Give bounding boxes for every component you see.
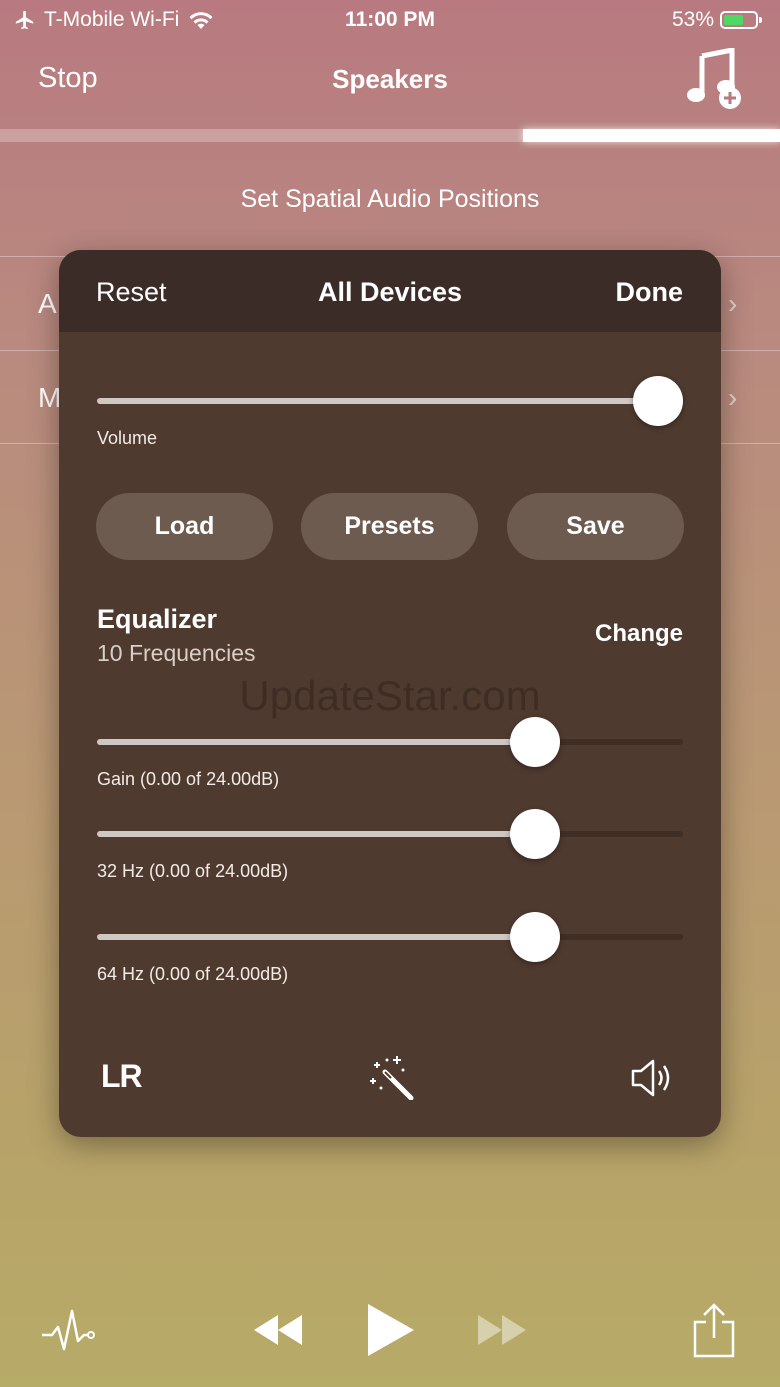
equalizer-subtitle: 10 Frequencies bbox=[97, 640, 256, 666]
volume-slider[interactable] bbox=[97, 376, 683, 426]
equalizer-title: Equalizer bbox=[97, 604, 218, 634]
fast-forward-icon[interactable] bbox=[476, 1313, 528, 1347]
slider-thumb[interactable] bbox=[633, 376, 683, 426]
playback-progress-fill bbox=[522, 129, 780, 142]
share-icon[interactable] bbox=[692, 1302, 736, 1358]
slider-thumb[interactable] bbox=[509, 809, 560, 859]
play-icon[interactable] bbox=[364, 1302, 416, 1358]
magic-wand-icon[interactable] bbox=[367, 1052, 415, 1100]
spatial-audio-header[interactable]: Set Spatial Audio Positions bbox=[0, 185, 780, 214]
pulse-icon[interactable] bbox=[40, 1305, 96, 1355]
rewind-icon[interactable] bbox=[252, 1313, 304, 1347]
list-item-letter[interactable]: M bbox=[38, 382, 61, 414]
64hz-slider[interactable] bbox=[97, 912, 683, 962]
chevron-right-icon: › bbox=[728, 288, 738, 319]
status-time: 11:00 PM bbox=[345, 8, 435, 31]
list-item-letter[interactable]: A bbox=[38, 288, 57, 320]
done-button[interactable]: Done bbox=[616, 277, 684, 308]
status-bar: T-Mobile Wi-Fi 11:00 PM 53% bbox=[0, 0, 780, 40]
change-button[interactable]: Change bbox=[595, 620, 683, 648]
device-settings-panel: Reset All Devices Done Volume Load Prese… bbox=[59, 250, 721, 1137]
save-button[interactable]: Save bbox=[507, 493, 684, 560]
gain-slider[interactable] bbox=[97, 717, 683, 767]
64hz-label: 64 Hz (0.00 of 24.00dB) bbox=[97, 964, 289, 984]
gain-label: Gain (0.00 of 24.00dB) bbox=[97, 769, 280, 789]
load-button[interactable]: Load bbox=[96, 493, 273, 560]
lr-button[interactable]: LR bbox=[101, 1058, 143, 1095]
music-note-plus-icon[interactable] bbox=[686, 48, 742, 110]
battery-icon bbox=[720, 11, 762, 29]
speaker-icon[interactable] bbox=[629, 1056, 675, 1100]
watermark: UpdateStar.com bbox=[239, 672, 541, 719]
chevron-right-icon: › bbox=[728, 382, 738, 413]
panel-header: Reset All Devices Done bbox=[59, 250, 721, 332]
presets-button[interactable]: Presets bbox=[301, 493, 478, 560]
slider-thumb[interactable] bbox=[509, 717, 560, 767]
battery-percent: 53% bbox=[671, 8, 714, 31]
32hz-slider[interactable] bbox=[97, 809, 683, 859]
volume-label: Volume bbox=[97, 428, 158, 448]
32hz-label: 32 Hz (0.00 of 24.00dB) bbox=[97, 861, 289, 881]
battery-group: 53% bbox=[671, 8, 762, 32]
slider-thumb[interactable] bbox=[509, 912, 560, 962]
page-title: Speakers bbox=[332, 64, 448, 94]
